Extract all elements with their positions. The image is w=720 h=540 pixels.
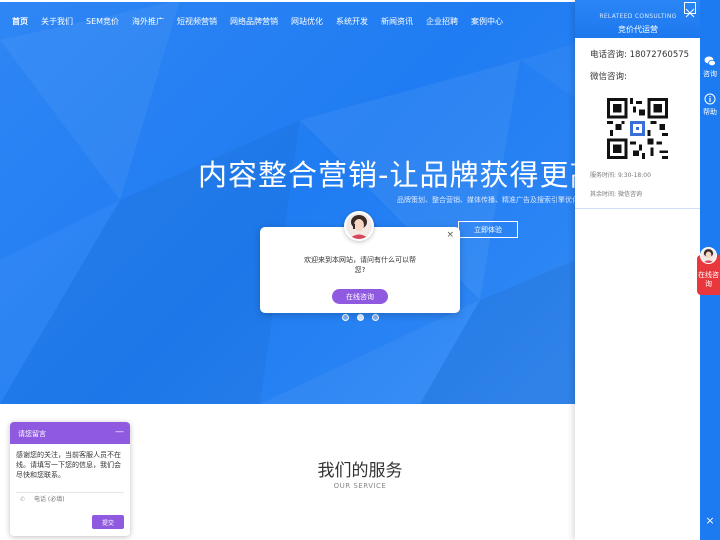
minimize-icon[interactable]: — [115, 427, 124, 437]
close-icon[interactable] [684, 2, 696, 18]
hero-subtitle: 品牌策划、整合营销、媒体传播、精准广告及搜索引擎优化 [397, 196, 579, 204]
toolbar-help-label: 帮助 [703, 108, 717, 116]
carousel-dot-1[interactable] [342, 314, 349, 321]
toolbar-consult[interactable]: 咨询 [700, 56, 720, 79]
other-hours-value: 微信咨询 [617, 191, 642, 198]
leave-message-text: 感谢您的关注，当前客服人员不在线。请填写一下您的信息，我们会尽快和您联系。 [16, 451, 121, 479]
service-hours: 服务时间: 9:30-18:00 [590, 170, 651, 179]
wechat-label: 微信咨询: [590, 72, 627, 82]
online-consult-float-label: 在线咨询 [698, 271, 719, 288]
other-hours: 其余时间: 微信咨询 [590, 189, 642, 198]
nav-item-seo[interactable]: 网站优化 [285, 16, 330, 27]
nav-item-home[interactable]: 首页 [0, 16, 35, 27]
other-hours-label: 其余时间: [590, 191, 617, 198]
close-icon[interactable]: × [446, 230, 454, 240]
nav-item-brand[interactable]: 网络品牌营销 [224, 16, 285, 27]
agent-avatar [344, 211, 374, 241]
leave-message-box: 请您留言 — 感谢您的关注，当前客服人员不在线。请填写一下您的信息，我们会尽快和… [10, 422, 130, 536]
chat-bubble-icon [704, 56, 716, 67]
service-hours-label: 服务时间: [590, 172, 617, 179]
nav-item-short-video[interactable]: 短视频营销 [171, 16, 224, 27]
nav-item-dev[interactable]: 系统开发 [330, 16, 375, 27]
leave-message-header: 请您留言 — [10, 422, 130, 444]
try-now-button[interactable]: 立即体验 [458, 221, 518, 238]
agent-avatar-small [700, 247, 717, 264]
carousel-dots [342, 314, 379, 321]
nav-item-jobs[interactable]: 企业招聘 [420, 16, 465, 27]
nav-item-sem[interactable]: SEM竞价 [80, 16, 126, 27]
consult-panel-header: RELATEED CONSULTING 竞价代运营 [575, 0, 701, 38]
service-hours-value: 9:30-18:00 [617, 172, 651, 179]
leave-message-title: 请您留言 [18, 430, 46, 438]
carousel-dot-3[interactable] [372, 314, 379, 321]
phone-label: 电话咨询: [590, 50, 627, 60]
agent-avatar-icon [346, 213, 372, 239]
nav-item-cases[interactable]: 案例中心 [465, 16, 510, 27]
online-consult-button[interactable]: 在线咨询 [332, 289, 388, 304]
wechat-qr-code [607, 98, 668, 159]
phone-value[interactable]: 18072760575 [630, 50, 690, 60]
nav-item-news[interactable]: 新闻资讯 [375, 16, 420, 27]
main-nav: 首页 关于我们 SEM竞价 海外推广 短视频营销 网络品牌营销 网站优化 系统开… [0, 10, 510, 32]
close-icon[interactable]: × [704, 515, 716, 527]
info-icon [704, 93, 716, 105]
consult-panel: RELATEED CONSULTING 竞价代运营 电话咨询: 18072760… [575, 0, 701, 540]
toolbar-help[interactable]: 帮助 [700, 93, 720, 117]
consult-panel-header-cn: 竞价代运营 [618, 25, 658, 34]
online-consult-float-button[interactable]: 在线咨询 [697, 247, 720, 295]
submit-button[interactable]: 提交 [92, 515, 124, 529]
phone-consult: 电话咨询: 18072760575 [590, 48, 689, 60]
nav-item-about[interactable]: 关于我们 [35, 16, 80, 27]
consult-panel-header-en: RELATEED CONSULTING [599, 13, 677, 20]
phone-input[interactable] [16, 492, 124, 506]
toolbar-consult-label: 咨询 [703, 70, 717, 78]
nav-item-overseas[interactable]: 海外推广 [126, 16, 171, 27]
carousel-dot-2[interactable] [357, 314, 364, 321]
consult-panel-divider [575, 208, 701, 209]
chat-popup-message: 欢迎来到本网站，请问有什么可以帮您? [304, 256, 416, 274]
hero-title: 内容整合营销-让品牌获得更高 [198, 158, 600, 192]
